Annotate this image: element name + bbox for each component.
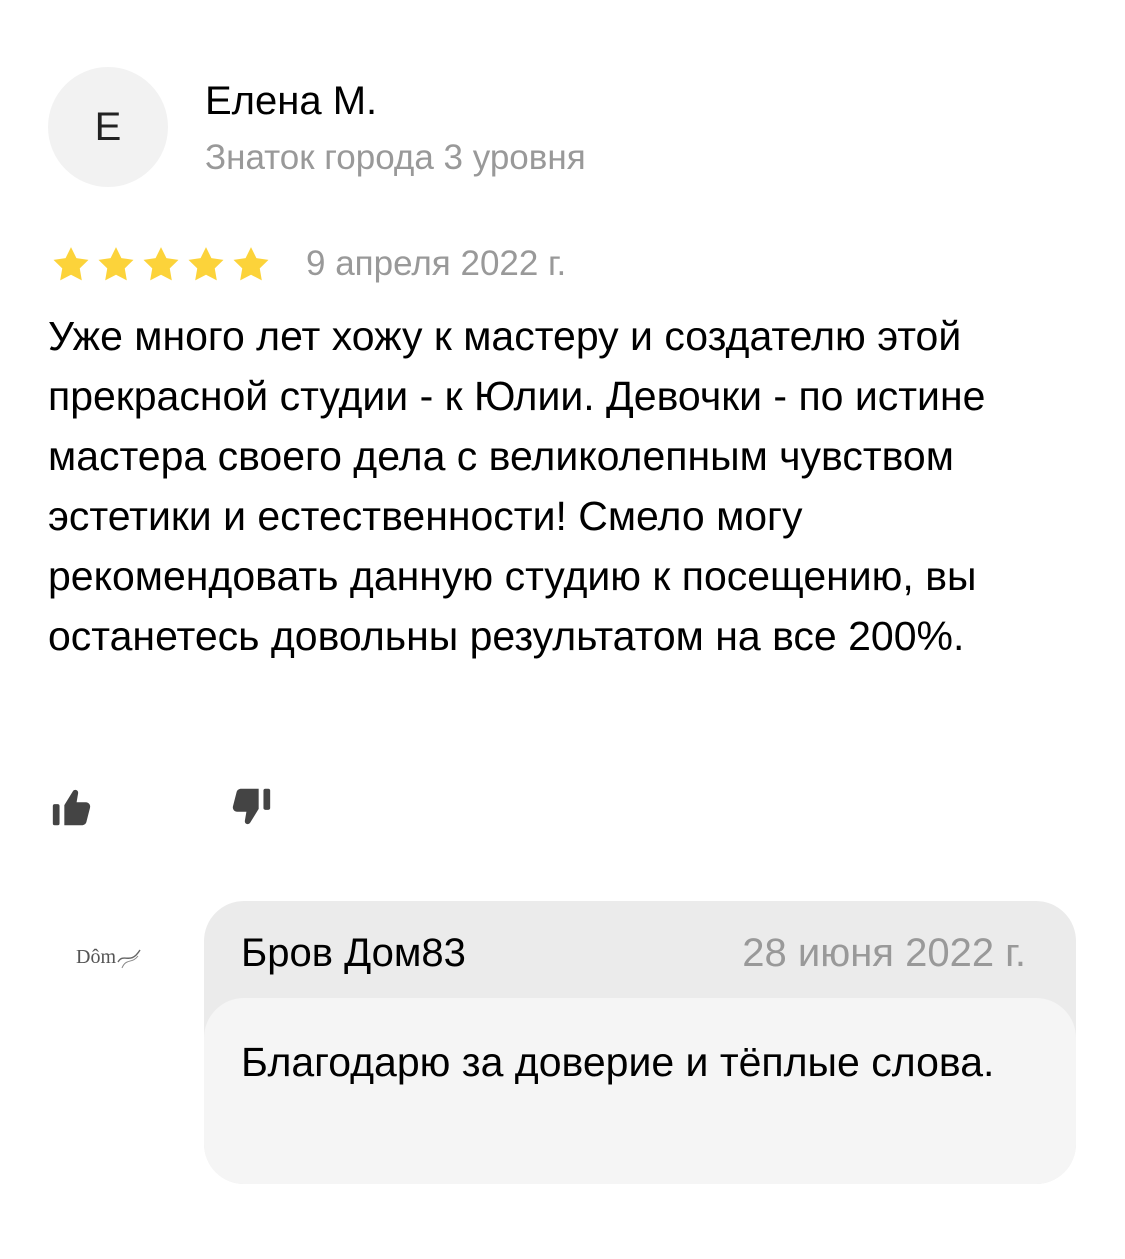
star-icon xyxy=(98,247,134,281)
star-icon xyxy=(233,247,269,281)
reply-body: Благодарю за доверие и тёплые слова. xyxy=(204,998,1076,1184)
author-avatar[interactable]: Е xyxy=(48,67,168,187)
review-text: Уже много лет хожу к мастеру и создателю… xyxy=(48,313,986,659)
reply-author[interactable]: Бров Дом83 xyxy=(241,928,466,978)
logo-flourish-icon xyxy=(117,949,141,969)
business-logo-text: Dôm xyxy=(76,945,116,968)
business-reply: Бров Дом83 28 июня 2022 г. Благодарю за … xyxy=(204,901,1076,1184)
thumbs-up-icon xyxy=(52,789,91,826)
reply-date: 28 июня 2022 г. xyxy=(742,931,1026,975)
like-button[interactable] xyxy=(49,785,95,831)
star-icon xyxy=(188,247,224,281)
author-level: Знаток города 3 уровня xyxy=(205,138,586,177)
reply-text: Благодарю за доверие и тёплые слова. xyxy=(241,1039,995,1085)
star-icon xyxy=(53,247,89,281)
business-logo: Dôm xyxy=(76,940,148,974)
star-icon xyxy=(143,247,179,281)
thumbs-down-icon xyxy=(232,788,271,825)
reply-header: Бров Дом83 28 июня 2022 г. xyxy=(204,901,1076,998)
star-rating xyxy=(50,243,275,287)
author-name[interactable]: Елена М. xyxy=(205,76,377,126)
avatar-letter: Е xyxy=(94,104,122,149)
dislike-button[interactable] xyxy=(228,783,274,829)
review-date: 9 апреля 2022 г. xyxy=(306,244,567,283)
